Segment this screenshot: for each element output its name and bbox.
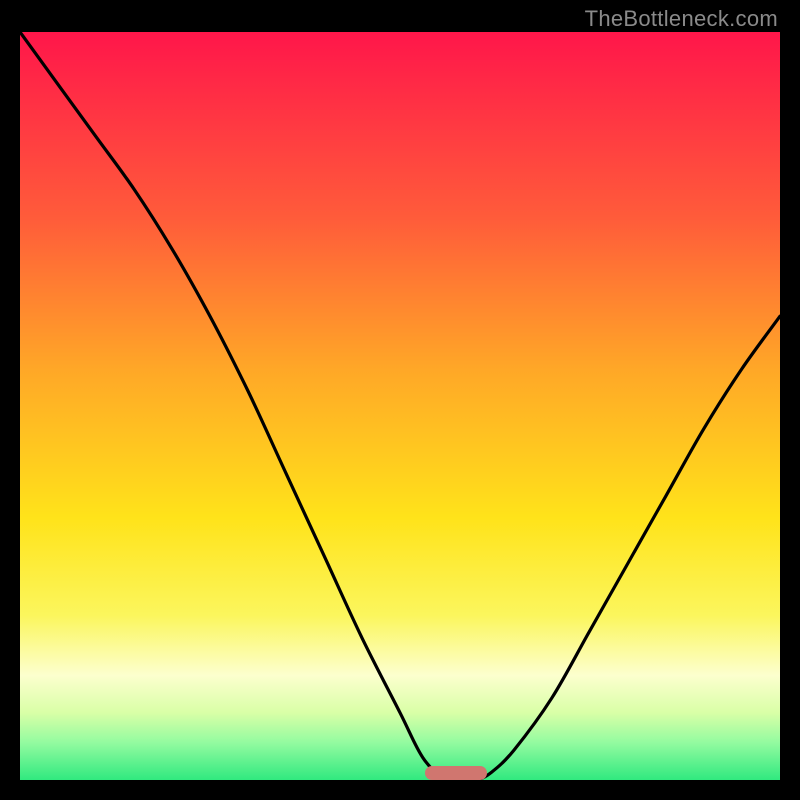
chart-frame: TheBottleneck.com	[0, 0, 800, 800]
watermark-text: TheBottleneck.com	[585, 6, 778, 32]
plot-area	[20, 32, 780, 780]
optimum-marker	[425, 766, 487, 780]
bottleneck-curve	[20, 32, 780, 780]
